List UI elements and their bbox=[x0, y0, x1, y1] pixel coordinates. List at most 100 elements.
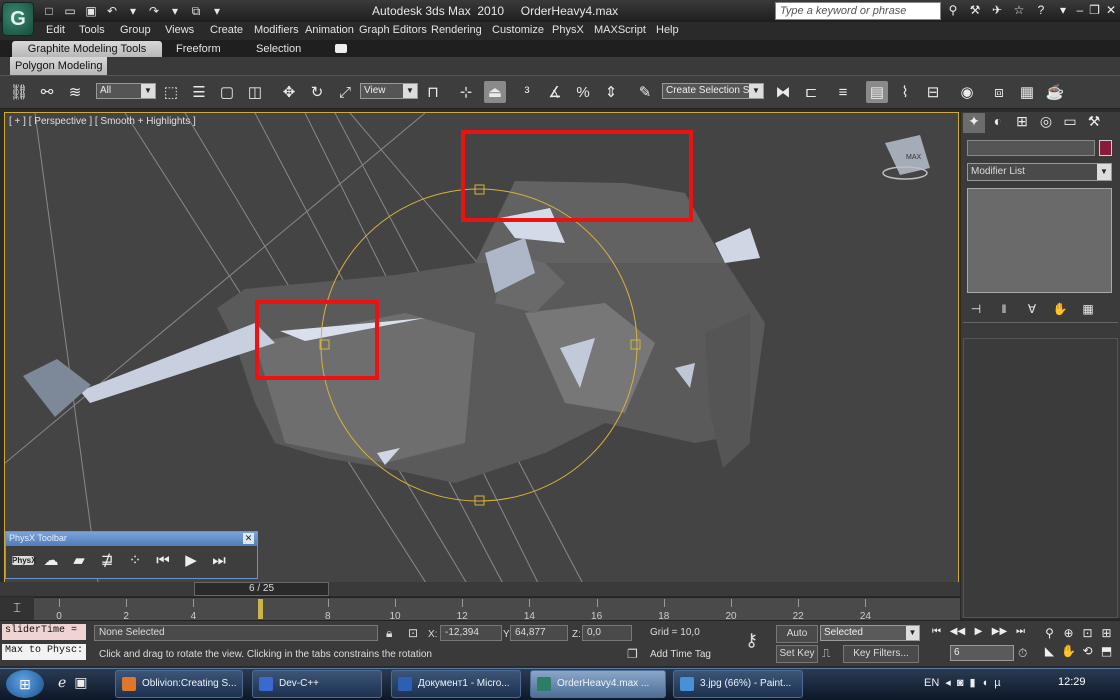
menu-modifiers[interactable]: Modifiers bbox=[254, 24, 299, 36]
isolate-toggle-icon[interactable]: ❐ bbox=[627, 647, 638, 661]
reference-coordinate-dropdown[interactable]: View ▼ bbox=[360, 83, 418, 99]
communication-center-icon[interactable]: ✈ bbox=[988, 3, 1006, 17]
internet-explorer-icon[interactable]: ℯ bbox=[58, 674, 66, 691]
menu-maxscript[interactable]: MAXScript bbox=[594, 24, 646, 36]
taskbar-item-paint[interactable]: 3.jpg (66%) - Paint... bbox=[673, 670, 803, 698]
current-frame-marker[interactable] bbox=[258, 599, 263, 619]
tray-show-hidden-icon[interactable]: ◂ bbox=[945, 676, 951, 689]
help-icon[interactable]: ? bbox=[1032, 3, 1050, 17]
undo-dropdown-icon[interactable]: ▾ bbox=[124, 3, 142, 19]
add-time-tag-button[interactable]: Add Time Tag bbox=[645, 647, 735, 663]
tab-graphite-modeling-tools[interactable]: Graphite Modeling Tools bbox=[12, 41, 162, 57]
schematic-view-icon[interactable]: ⊟ bbox=[922, 81, 944, 103]
display-tab-icon[interactable]: ▭ bbox=[1059, 113, 1081, 133]
configure-modifier-sets-icon[interactable]: ▦ bbox=[1079, 302, 1097, 316]
menu-tools[interactable]: Tools bbox=[79, 24, 105, 36]
maxscript-input-line[interactable]: Max to Physc: bbox=[2, 644, 86, 660]
show-end-result-icon[interactable]: ‖ bbox=[995, 302, 1013, 316]
language-indicator[interactable]: EN bbox=[924, 677, 939, 689]
pan-view-icon[interactable]: ✋ bbox=[1059, 644, 1078, 658]
current-frame-field[interactable]: 6 bbox=[950, 645, 1014, 661]
physx-toolbar[interactable]: PhysX Toolbar ✕ PhysX ☁ ▰ ⋣ ⁘ ⏮ ▶ ⏭ bbox=[5, 531, 258, 579]
zoom-extents-icon[interactable]: ⊡ bbox=[1078, 626, 1097, 640]
show-desktop-icon[interactable]: ▣ bbox=[74, 674, 87, 691]
menu-physx[interactable]: PhysX bbox=[552, 24, 584, 36]
mirror-icon[interactable]: ⧓ bbox=[772, 81, 794, 103]
z-coordinate-field[interactable]: 0,0 bbox=[582, 625, 632, 641]
physx-utilities-icon[interactable]: ⁘ bbox=[124, 551, 146, 569]
select-by-name-icon[interactable]: ☰ bbox=[188, 81, 210, 103]
menu-edit[interactable]: Edit bbox=[46, 24, 65, 36]
rectangular-selection-icon[interactable]: ▢ bbox=[216, 81, 238, 103]
quick-access-dropdown-icon[interactable]: ▾ bbox=[208, 3, 226, 19]
time-slider-track[interactable] bbox=[0, 582, 960, 596]
menu-animation[interactable]: Animation bbox=[305, 24, 354, 36]
favorites-star-icon[interactable]: ☆ bbox=[1010, 3, 1028, 17]
binoculars-icon[interactable]: ⚲ bbox=[944, 3, 962, 17]
menu-create[interactable]: Create bbox=[210, 24, 243, 36]
help-search-input[interactable]: Type a keyword or phrase bbox=[775, 2, 941, 20]
modify-tab-icon[interactable]: ◐ bbox=[987, 113, 1009, 133]
track-bar[interactable] bbox=[0, 597, 960, 620]
x-coordinate-field[interactable]: -12,394 bbox=[440, 625, 502, 641]
project-folder-icon[interactable]: ⧉ bbox=[187, 3, 205, 19]
select-and-move-icon[interactable]: ✥ bbox=[278, 81, 300, 103]
menu-rendering[interactable]: Rendering bbox=[431, 24, 482, 36]
named-selection-dropdown[interactable]: Create Selection Se ▼ bbox=[662, 83, 764, 99]
play-icon[interactable]: ▶ bbox=[970, 626, 987, 637]
minimize-icon[interactable]: – bbox=[1076, 3, 1083, 17]
zoom-all-icon[interactable]: ⊕ bbox=[1059, 626, 1078, 640]
bind-to-space-warp-icon[interactable]: ≋ bbox=[64, 81, 86, 103]
orbit-icon[interactable]: ⟲ bbox=[1078, 644, 1097, 658]
taskbar-item-3dsmax[interactable]: OrderHeavy4.max ... bbox=[530, 670, 666, 698]
close-icon[interactable]: ✕ bbox=[243, 533, 254, 544]
maximize-viewport-icon[interactable]: ⬒ bbox=[1097, 644, 1116, 658]
physx-rigid-body-icon[interactable]: ☁ bbox=[40, 551, 62, 569]
menu-help[interactable]: Help bbox=[656, 24, 679, 36]
help-dropdown-icon[interactable]: ▾ bbox=[1054, 3, 1072, 17]
pin-stack-icon[interactable]: ⊣ bbox=[967, 302, 985, 316]
layer-manager-icon[interactable]: ≡ bbox=[832, 81, 854, 103]
zoom-extents-all-icon[interactable]: ⊞ bbox=[1097, 626, 1116, 640]
modifier-list-dropdown[interactable]: Modifier List ▼ bbox=[967, 163, 1112, 181]
object-color-swatch[interactable] bbox=[1099, 140, 1112, 156]
mini-curve-editor-icon[interactable]: ⌶ bbox=[0, 597, 34, 620]
perspective-viewport[interactable]: [ + ] [ Perspective ] [ Smooth + Highlig… bbox=[4, 112, 959, 596]
material-editor-icon[interactable]: ◉ bbox=[956, 81, 978, 103]
utilities-tab-icon[interactable]: ⚒ bbox=[1083, 113, 1105, 133]
taskbar-item-devcpp[interactable]: Dev-C++ bbox=[252, 670, 382, 698]
start-button[interactable]: ⊞ bbox=[6, 670, 44, 698]
motion-tab-icon[interactable]: ◎ bbox=[1035, 113, 1057, 133]
transform-mode-icon[interactable]: ⊡ bbox=[408, 626, 418, 640]
select-and-scale-icon[interactable]: ⤢ bbox=[334, 81, 356, 103]
tray-app-icon[interactable]: ◙ bbox=[957, 677, 964, 689]
set-key-button[interactable]: Set Key bbox=[776, 645, 818, 663]
maxscript-listener-line[interactable]: sliderTime = bbox=[2, 624, 86, 640]
physx-ragdoll-icon[interactable]: ▰ bbox=[68, 551, 90, 569]
curve-editor-icon[interactable]: ⌇ bbox=[894, 81, 916, 103]
hierarchy-tab-icon[interactable]: ⊞ bbox=[1011, 113, 1033, 133]
tab-freeform[interactable]: Freeform bbox=[168, 41, 229, 57]
selection-lock-icon[interactable]: 🔒︎ bbox=[386, 626, 392, 641]
window-crossing-icon[interactable]: ◫ bbox=[244, 81, 266, 103]
default-tangent-icon[interactable]: ⎍ bbox=[822, 646, 830, 661]
render-production-icon[interactable]: ☕ bbox=[1044, 81, 1066, 103]
restore-icon[interactable]: ❐ bbox=[1089, 3, 1100, 17]
go-to-end-icon[interactable]: ⏭ bbox=[1012, 626, 1029, 637]
next-frame-icon[interactable]: ▶▶ bbox=[991, 626, 1008, 637]
tab-selection[interactable]: Selection bbox=[248, 41, 309, 57]
percent-snap-icon[interactable]: % bbox=[572, 81, 594, 103]
field-of-view-icon[interactable]: ◣ bbox=[1040, 644, 1059, 658]
go-to-start-icon[interactable]: ⏮ bbox=[928, 626, 945, 637]
redo-icon[interactable]: ↷ bbox=[145, 3, 163, 19]
save-icon[interactable]: ▣ bbox=[82, 3, 100, 19]
tray-torrent-icon[interactable]: µ bbox=[994, 677, 1000, 689]
set-key-icon[interactable]: ⚷ bbox=[745, 630, 758, 651]
physx-rewind-icon[interactable]: ⏮ bbox=[152, 552, 174, 569]
physx-logo-icon[interactable]: PhysX bbox=[12, 555, 36, 565]
close-icon[interactable]: ✕ bbox=[1106, 3, 1116, 17]
keyboard-shortcut-override-icon[interactable]: ⏏ bbox=[484, 81, 506, 103]
taskbar-item-oblivion[interactable]: Oblivion:Creating S... bbox=[115, 670, 243, 698]
unlink-selection-icon[interactable]: ⚯ bbox=[36, 81, 58, 103]
key-mode-dropdown[interactable]: Selected ▼ bbox=[820, 625, 920, 641]
